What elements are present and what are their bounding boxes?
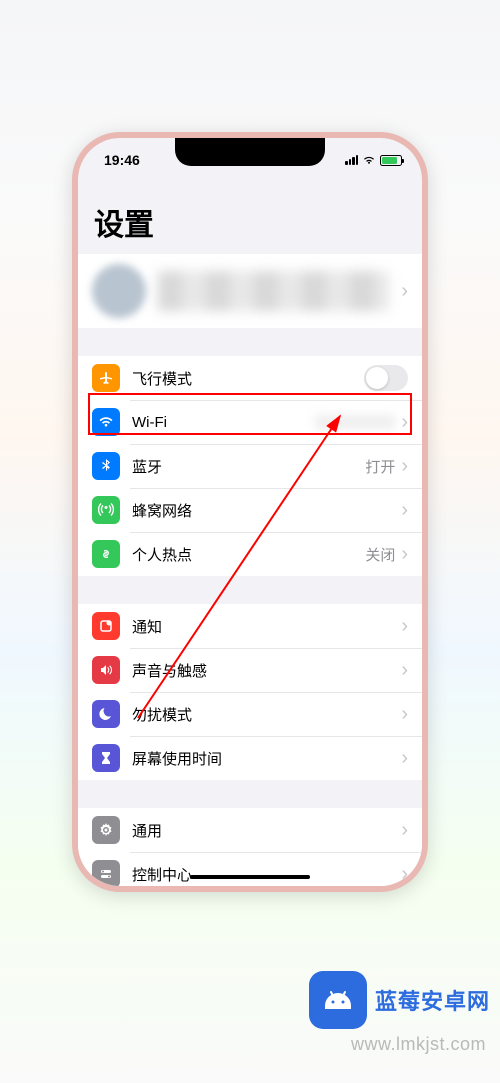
row-label: 飞行模式 bbox=[132, 368, 364, 389]
page-title: 设置 bbox=[78, 182, 422, 254]
wifi-status-icon bbox=[362, 155, 376, 165]
notch bbox=[175, 138, 325, 166]
row-label: Wi-Fi bbox=[132, 414, 315, 431]
settings-group-2: 通知 › 声音与触感 › 勿扰模式 › 屏幕使 bbox=[78, 604, 422, 780]
row-control[interactable]: 控制中心 › bbox=[78, 852, 422, 886]
chevron-right-icon: › bbox=[401, 659, 408, 682]
chevron-right-icon: › bbox=[401, 280, 408, 303]
watermark-brand: 蓝莓安卓网 bbox=[375, 984, 490, 1016]
bluetooth-icon bbox=[92, 452, 120, 480]
wifi-value-redacted bbox=[315, 415, 395, 429]
account-name-redacted bbox=[158, 271, 389, 311]
notifications-icon bbox=[92, 612, 120, 640]
hotspot-icon bbox=[92, 540, 120, 568]
row-notifications[interactable]: 通知 › bbox=[78, 604, 422, 648]
watermark-url: www.lmkjst.com bbox=[351, 1034, 486, 1055]
status-indicators bbox=[345, 155, 402, 166]
account-row[interactable]: › bbox=[78, 254, 422, 328]
android-logo-icon bbox=[309, 971, 367, 1029]
chevron-right-icon: › bbox=[401, 543, 408, 566]
row-airplane[interactable]: 飞行模式 bbox=[78, 356, 422, 400]
row-general[interactable]: 通用 › bbox=[78, 808, 422, 852]
row-screentime[interactable]: 屏幕使用时间 › bbox=[78, 736, 422, 780]
row-label: 蓝牙 bbox=[132, 456, 365, 477]
row-value: 打开 bbox=[365, 456, 395, 477]
row-label: 蜂窝网络 bbox=[132, 500, 401, 521]
chevron-right-icon: › bbox=[401, 455, 408, 478]
row-cellular[interactable]: 蜂窝网络 › bbox=[78, 488, 422, 532]
chevron-right-icon: › bbox=[401, 819, 408, 842]
signal-icon bbox=[345, 155, 358, 165]
chevron-right-icon: › bbox=[401, 747, 408, 770]
chevron-right-icon: › bbox=[401, 499, 408, 522]
switches-icon bbox=[92, 860, 120, 886]
row-label: 通用 bbox=[132, 820, 401, 841]
chevron-right-icon: › bbox=[401, 863, 408, 886]
airplane-switch[interactable] bbox=[364, 365, 408, 391]
row-label: 控制中心 bbox=[132, 864, 401, 885]
cellular-icon bbox=[92, 496, 120, 524]
chevron-right-icon: › bbox=[401, 703, 408, 726]
row-label: 屏幕使用时间 bbox=[132, 748, 401, 769]
battery-icon bbox=[380, 155, 402, 166]
row-label: 个人热点 bbox=[132, 544, 365, 565]
sound-icon bbox=[92, 656, 120, 684]
row-sound[interactable]: 声音与触感 › bbox=[78, 648, 422, 692]
row-hotspot[interactable]: 个人热点 关闭 › bbox=[78, 532, 422, 576]
moon-icon bbox=[92, 700, 120, 728]
avatar bbox=[92, 264, 146, 318]
airplane-icon bbox=[92, 364, 120, 392]
phone-frame: 19:46 设置 › 飞行模式 bbox=[72, 132, 428, 892]
row-value: 关闭 bbox=[365, 544, 395, 565]
home-indicator[interactable] bbox=[190, 875, 310, 879]
phone-screen: 19:46 设置 › 飞行模式 bbox=[78, 138, 422, 886]
row-label: 声音与触感 bbox=[132, 660, 401, 681]
status-time: 19:46 bbox=[104, 152, 140, 168]
gear-icon bbox=[92, 816, 120, 844]
chevron-right-icon: › bbox=[401, 615, 408, 638]
watermark-badge: 蓝莓安卓网 bbox=[309, 971, 490, 1029]
settings-group-1: 飞行模式 Wi-Fi › 蓝牙 打开 › bbox=[78, 356, 422, 576]
hourglass-icon bbox=[92, 744, 120, 772]
row-dnd[interactable]: 勿扰模式 › bbox=[78, 692, 422, 736]
wifi-icon bbox=[92, 408, 120, 436]
row-bluetooth[interactable]: 蓝牙 打开 › bbox=[78, 444, 422, 488]
row-label: 勿扰模式 bbox=[132, 704, 401, 725]
row-wifi[interactable]: Wi-Fi › bbox=[78, 400, 422, 444]
row-label: 通知 bbox=[132, 616, 401, 637]
chevron-right-icon: › bbox=[401, 411, 408, 434]
